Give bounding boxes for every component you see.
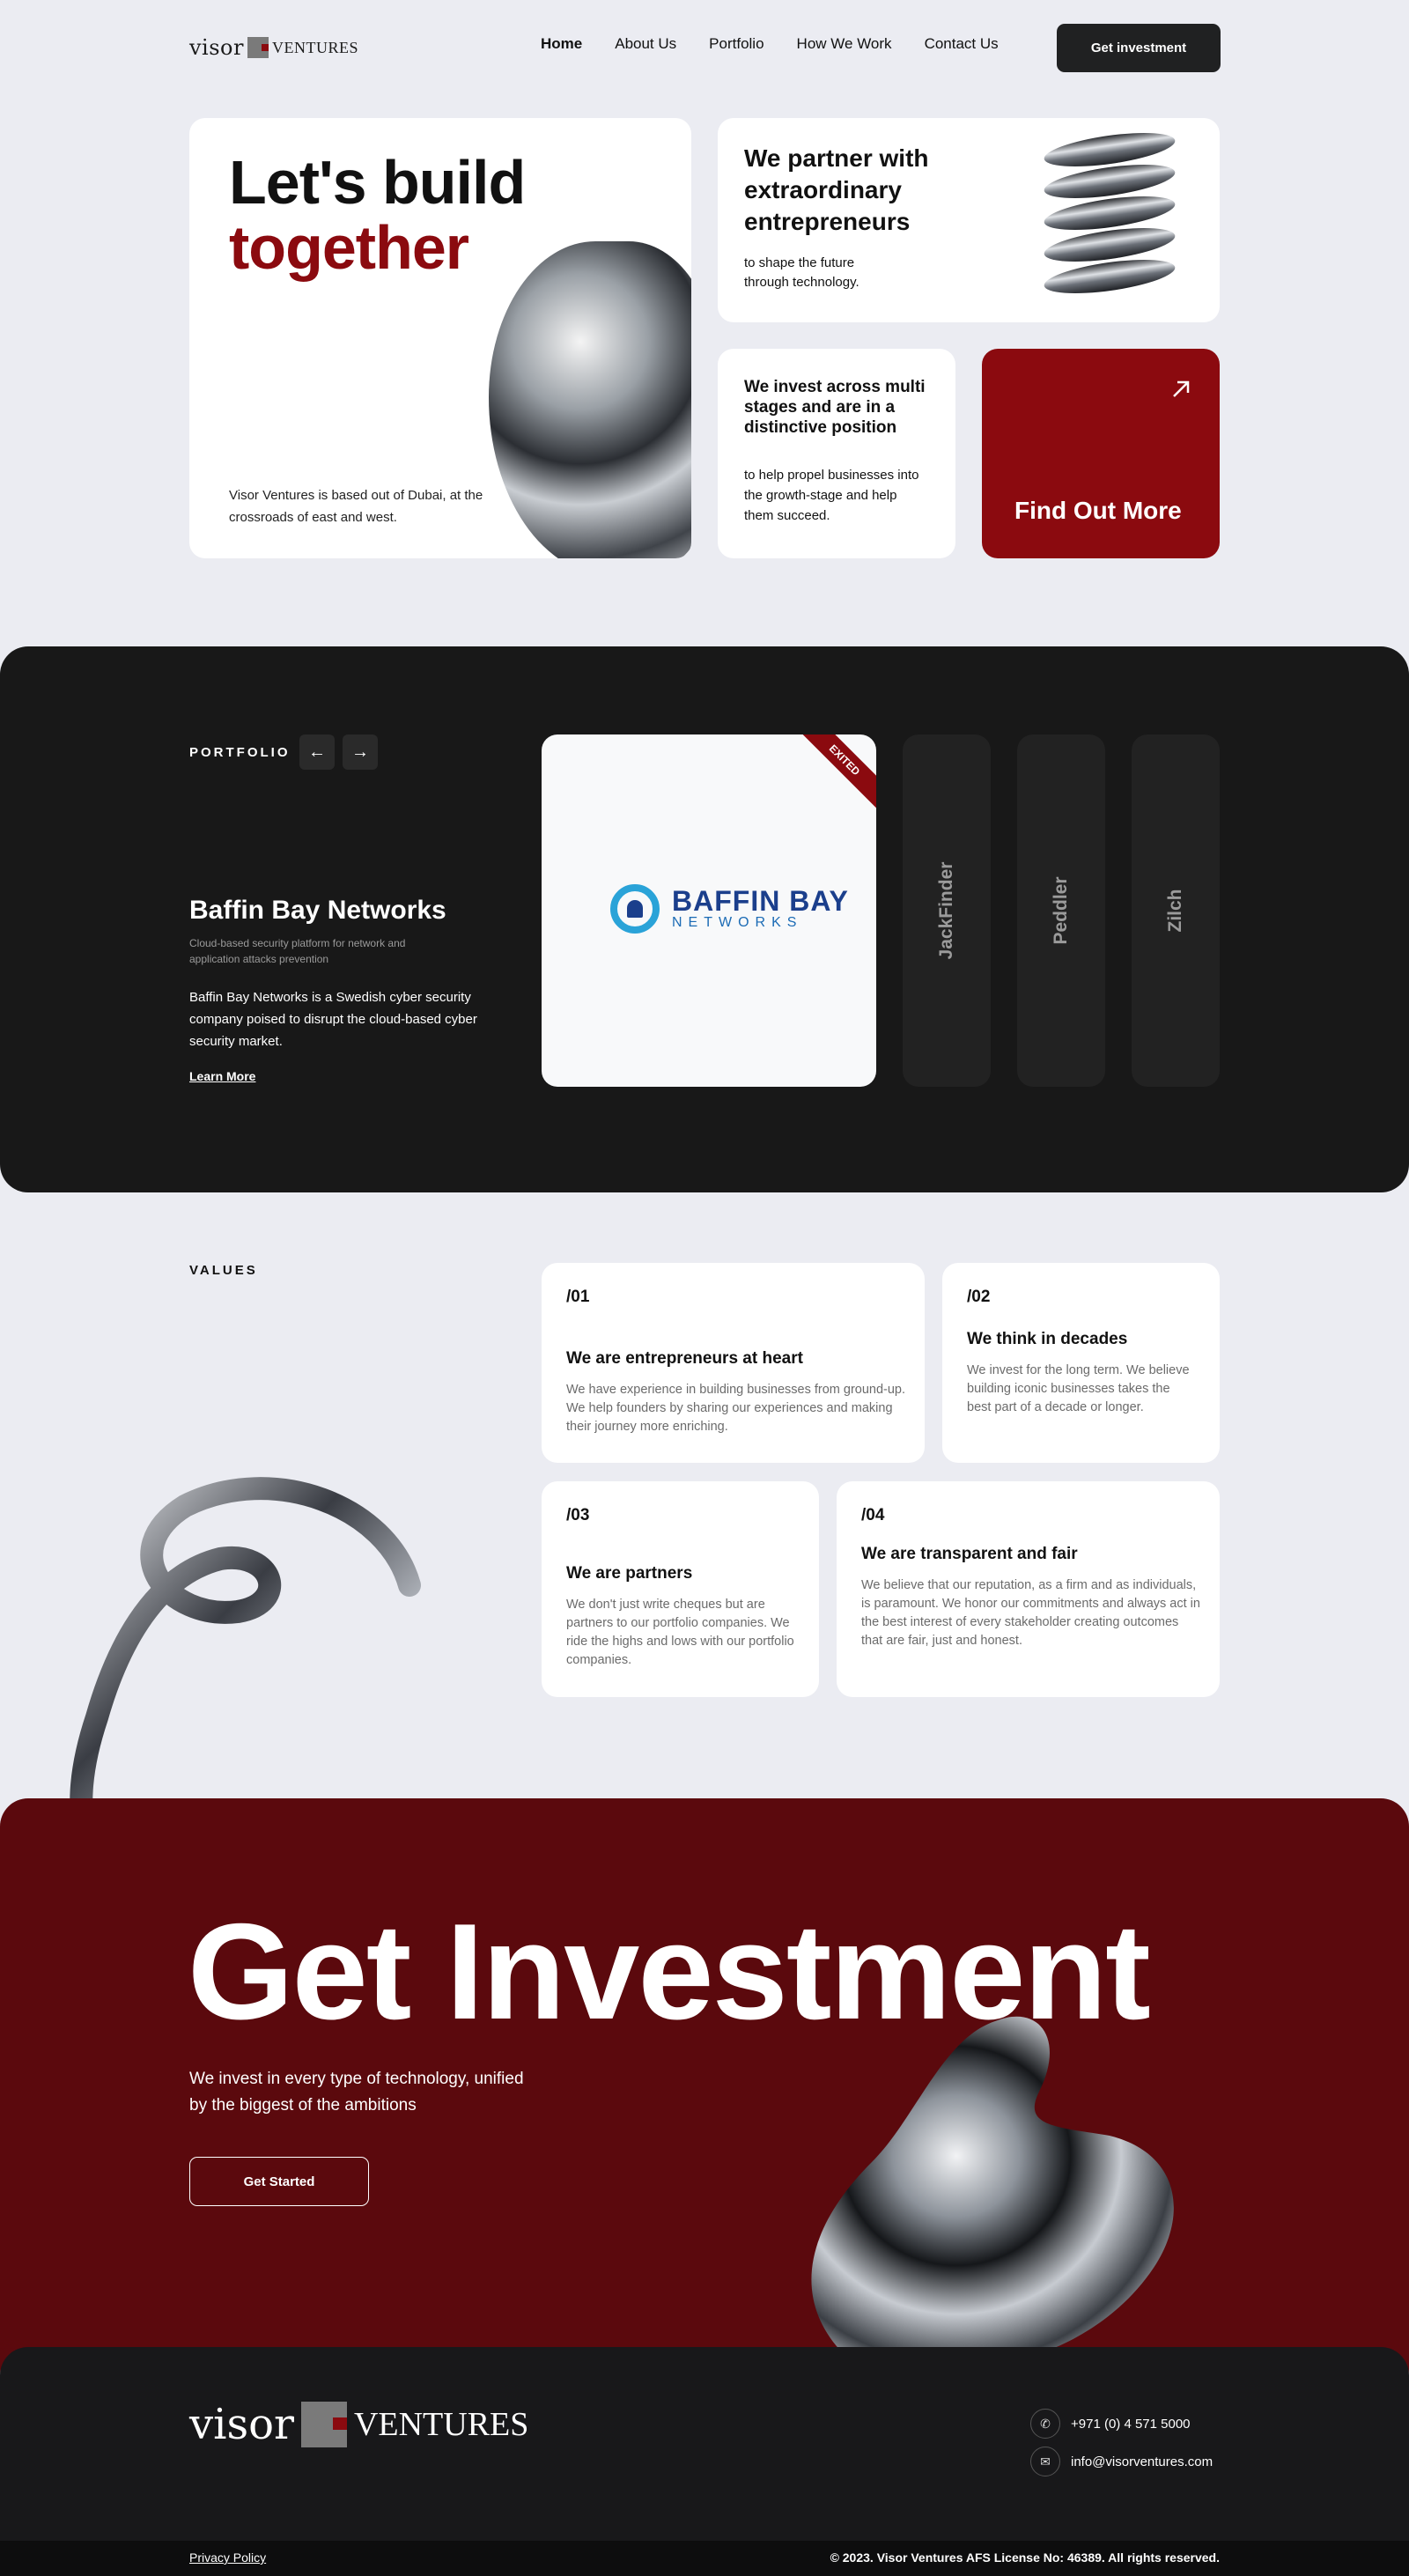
partner-heading: We partner with extraordinary entreprene…: [744, 144, 929, 235]
get-investment-subtitle: We invest in every type of technology, u…: [189, 2070, 524, 2115]
logo-word-visor: visor: [189, 35, 244, 60]
footer-logo-word-ventures: VENTURES: [353, 2406, 529, 2443]
hero-subtitle: Visor Ventures is based out of Dubai, at…: [229, 488, 483, 525]
value-title: We are entrepreneurs at heart: [566, 1349, 803, 1368]
main-nav: Home About Us Portfolio How We Work Cont…: [541, 35, 999, 53]
value-card-01: /01 We are entrepreneurs at heart We hav…: [542, 1263, 925, 1463]
copyright-text: © 2023. Visor Ventures AFS License No: 4…: [830, 2550, 1220, 2565]
value-number: /02: [967, 1288, 991, 1306]
footer-phone[interactable]: ✆ +971 (0) 4 571 5000: [1030, 2409, 1191, 2439]
footer-email[interactable]: ✉ info@visorventures.com: [1030, 2447, 1213, 2476]
value-number: /04: [861, 1506, 885, 1524]
logo-mark-icon: [247, 37, 269, 58]
footer-logo-word-visor: visor: [189, 2400, 294, 2449]
footer-email-text: info@visorventures.com: [1071, 2454, 1214, 2469]
hero-title: Let's build together: [229, 148, 526, 282]
portfolio-company-tagline: Cloud-based security platform for networ…: [189, 937, 406, 965]
value-title: We are transparent and fair: [861, 1545, 1078, 1563]
value-card-03: /03 We are partners We don't just write …: [542, 1481, 819, 1697]
get-investment-title: Get Investment: [188, 1895, 1151, 2048]
invest-card: We invest across multi stages and are in…: [718, 349, 955, 558]
value-text: We believe that our reputation, as a fir…: [861, 1578, 1200, 1648]
find-out-more-card[interactable]: Find Out More: [982, 349, 1220, 558]
value-title: We think in decades: [967, 1330, 1128, 1348]
baffin-bay-logo-line1: BAFFIN BAY: [672, 885, 849, 917]
baffin-bay-logo-icon: [610, 884, 660, 934]
arrow-right-icon[interactable]: →: [343, 734, 378, 770]
footer-phone-text: +971 (0) 4 571 5000: [1071, 2416, 1191, 2432]
nav-about-us[interactable]: About Us: [615, 35, 676, 53]
value-number: /03: [566, 1506, 590, 1524]
brand-logo[interactable]: visor VENTURES: [189, 35, 358, 60]
phone-icon: ✆: [1030, 2409, 1060, 2439]
arrow-left-icon[interactable]: ←: [299, 734, 335, 770]
partner-card: We partner with extraordinary entreprene…: [718, 118, 1220, 322]
nav-home[interactable]: Home: [541, 35, 582, 53]
footer-logo-mark-icon: [300, 2402, 347, 2447]
nav-contact-us[interactable]: Contact Us: [925, 35, 999, 53]
portfolio-label: PORTFOLIO: [189, 745, 291, 760]
portfolio-card-label: JackFinder: [936, 861, 956, 960]
baffin-bay-logo-line2: NETWORKS: [672, 915, 803, 930]
values-label: VALUES: [189, 1263, 258, 1278]
value-title: We are partners: [566, 1564, 693, 1583]
nav-how-we-work[interactable]: How We Work: [797, 35, 892, 53]
invest-text: to help propel businesses into the growt…: [744, 468, 919, 523]
hero-title-line2: together: [229, 213, 469, 282]
portfolio-card-peddler[interactable]: Peddler: [1017, 734, 1105, 1087]
value-text: We don't just write cheques but are part…: [566, 1598, 794, 1667]
privacy-policy-link[interactable]: Privacy Policy: [189, 2550, 266, 2565]
portfolio-card-jackfinder[interactable]: JackFinder: [903, 734, 991, 1087]
mail-icon: ✉: [1030, 2447, 1060, 2476]
partner-text: to shape the future through technology.: [744, 255, 859, 290]
get-started-button[interactable]: Get Started: [189, 2157, 369, 2206]
arrow-up-right-icon: [1169, 375, 1193, 407]
hero-title-line1: Let's build: [229, 148, 526, 217]
value-number: /01: [566, 1288, 590, 1306]
baffin-bay-logo: BAFFIN BAY NETWORKS: [610, 884, 849, 934]
portfolio-company-name: Baffin Bay Networks: [189, 896, 446, 925]
get-investment-button[interactable]: Get investment: [1057, 24, 1221, 72]
chrome-coil-image: [70, 1477, 421, 1843]
footer-logo[interactable]: visor VENTURES: [189, 2400, 528, 2449]
nav-portfolio[interactable]: Portfolio: [709, 35, 764, 53]
portfolio-card-label: Zilch: [1165, 889, 1185, 933]
value-text: We have experience in building businesse…: [566, 1383, 906, 1434]
chrome-spring-image: [1042, 126, 1177, 319]
value-card-04: /04 We are transparent and fair We belie…: [837, 1481, 1220, 1697]
portfolio-company-description: Baffin Bay Networks is a Swedish cyber s…: [189, 990, 477, 1049]
value-card-02: /02 We think in decades We invest for th…: [942, 1263, 1220, 1463]
hero-card: Let's build together Visor Ventures is b…: [189, 118, 691, 558]
find-out-more-label: Find Out More: [1014, 497, 1182, 524]
logo-word-ventures: VENTURES: [271, 38, 358, 56]
value-text: We invest for the long term. We believe …: [967, 1363, 1190, 1414]
chrome-blob-image: [489, 241, 691, 558]
learn-more-link[interactable]: Learn More: [189, 1069, 255, 1083]
portfolio-card-label: Peddler: [1051, 876, 1071, 945]
exited-ribbon: EXITED: [793, 734, 876, 812]
portfolio-card-zilch[interactable]: Zilch: [1132, 734, 1220, 1087]
portfolio-card-baffin-bay[interactable]: EXITED BAFFIN BAY NETWORKS: [542, 734, 876, 1087]
invest-heading: We invest across multi stages and are in…: [744, 378, 926, 437]
